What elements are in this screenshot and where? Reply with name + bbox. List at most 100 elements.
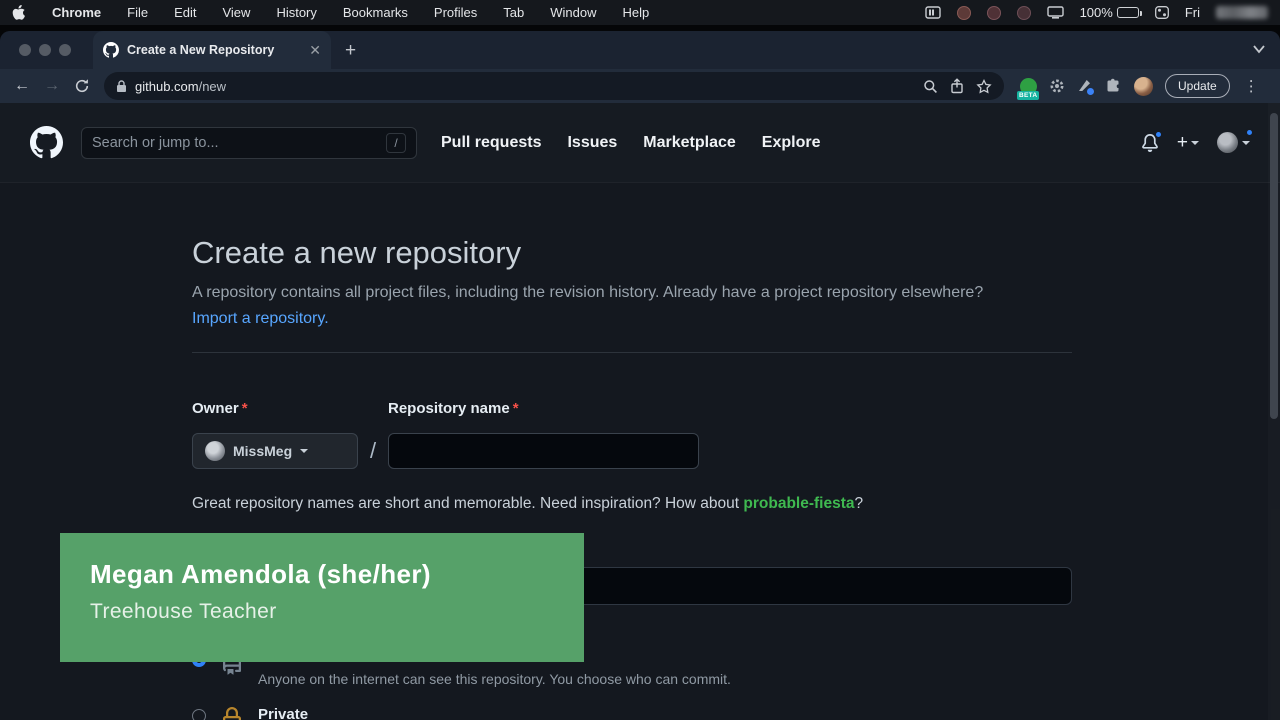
private-label: Private [258, 705, 308, 720]
nav-issues[interactable]: Issues [567, 134, 617, 152]
bookmark-star-icon[interactable] [976, 79, 992, 94]
divider [192, 352, 1072, 353]
private-radio[interactable] [192, 709, 206, 720]
battery-status[interactable]: 100% [1080, 5, 1139, 20]
github-search-box[interactable]: / [81, 127, 417, 159]
search-input[interactable] [92, 135, 386, 151]
browser-tabstrip: Create a New Repository ✕ + [0, 31, 1280, 69]
notifications-bell[interactable] [1141, 134, 1159, 152]
url-domain: github.com [135, 79, 199, 94]
visibility-private-row[interactable]: Private [192, 705, 1272, 720]
update-button-label: Update [1178, 79, 1217, 93]
extensions-area: BETA Update ⋮ [1020, 74, 1259, 98]
hint-suffix: ? [855, 495, 864, 512]
menubar-day[interactable]: Fri [1185, 5, 1200, 20]
beta-extension-icon[interactable]: BETA [1020, 78, 1037, 95]
repo-name-input[interactable] [388, 433, 699, 469]
window-controls[interactable] [19, 44, 71, 56]
back-button[interactable]: ← [10, 77, 34, 95]
intro-text: A repository contains all project files,… [192, 280, 1032, 332]
chevron-down-icon [1242, 141, 1250, 145]
import-repository-link[interactable]: Import a repository. [192, 310, 329, 327]
battery-icon [1117, 7, 1139, 18]
apple-icon[interactable] [12, 5, 26, 20]
intro-body: A repository contains all project files,… [192, 284, 983, 301]
reload-button[interactable] [70, 78, 94, 94]
status-extension-icon[interactable] [957, 6, 971, 20]
menubar-item-profiles[interactable]: Profiles [434, 5, 477, 20]
pen-extension-icon[interactable] [1077, 78, 1093, 94]
presenter-name: Megan Amendola (she/her) [90, 559, 584, 590]
browser-profile-avatar[interactable] [1134, 77, 1153, 96]
gear-extension-icon[interactable] [1049, 78, 1065, 94]
owner-dropdown[interactable]: MissMeg [192, 433, 358, 469]
zoom-window-button[interactable] [59, 44, 71, 56]
tab-search-chevron-icon[interactable] [1252, 44, 1266, 54]
repo-name-hint: Great repository names are short and mem… [192, 493, 1272, 515]
display-icon[interactable] [1047, 6, 1064, 19]
owner-name: MissMeg [233, 443, 292, 459]
presenter-role: Treehouse Teacher [90, 600, 584, 624]
lock-icon [220, 707, 244, 720]
new-tab-button[interactable]: + [345, 41, 356, 60]
page-title: Create a new repository [192, 233, 1272, 272]
status-extension-icon[interactable] [987, 6, 1001, 20]
window-manager-icon[interactable] [925, 6, 941, 19]
tab-title: Create a New Repository [127, 43, 301, 57]
browser-tab-active[interactable]: Create a New Repository ✕ [93, 31, 331, 69]
status-extension-icon[interactable] [1017, 6, 1031, 20]
nav-explore[interactable]: Explore [762, 134, 821, 152]
scrollbar-thumb[interactable] [1270, 113, 1278, 419]
github-header: / Pull requests Issues Marketplace Explo… [0, 103, 1280, 183]
tls-lock-icon[interactable] [116, 80, 127, 93]
avatar-notification-dot [1245, 128, 1254, 137]
macos-menu-bar: Chrome File Edit View History Bookmarks … [0, 0, 1280, 25]
repo-name-label: Repository name* [388, 399, 699, 419]
create-new-menu[interactable]: + [1177, 132, 1199, 154]
minimize-window-button[interactable] [39, 44, 51, 56]
zoom-icon[interactable] [923, 79, 938, 94]
bell-notification-dot [1154, 130, 1163, 139]
chevron-down-icon [300, 449, 308, 453]
menubar-item-tab[interactable]: Tab [503, 5, 524, 20]
suggested-repo-name[interactable]: probable-fiesta [743, 495, 854, 512]
extensions-puzzle-icon[interactable] [1105, 78, 1122, 95]
slash-key-hint: / [386, 133, 406, 153]
browser-menu-icon[interactable]: ⋮ [1244, 77, 1259, 95]
github-avatar [1217, 132, 1238, 153]
url-path: /new [199, 79, 226, 94]
menubar-item-view[interactable]: View [222, 5, 250, 20]
menubar-item-history[interactable]: History [276, 5, 316, 20]
forward-button[interactable]: → [40, 77, 64, 95]
menubar-item-chrome[interactable]: Chrome [52, 5, 101, 20]
close-window-button[interactable] [19, 44, 31, 56]
owner-avatar [205, 441, 225, 461]
public-description: Anyone on the internet can see this repo… [258, 669, 731, 689]
menubar-item-help[interactable]: Help [623, 5, 650, 20]
github-nav: Pull requests Issues Marketplace Explore [441, 134, 820, 152]
battery-percent: 100% [1080, 5, 1113, 20]
page-scrollbar[interactable] [1268, 103, 1280, 720]
nav-marketplace[interactable]: Marketplace [643, 134, 736, 152]
github-logo-icon[interactable] [30, 126, 63, 159]
tab-close-icon[interactable]: ✕ [309, 43, 321, 57]
control-center-icon[interactable] [1155, 6, 1169, 19]
menubar-item-window[interactable]: Window [550, 5, 596, 20]
share-icon[interactable] [950, 78, 964, 94]
nav-pull-requests[interactable]: Pull requests [441, 134, 541, 152]
clock-blurred [1216, 6, 1268, 19]
required-asterisk: * [242, 400, 248, 417]
browser-toolbar: ← → github.com/new [0, 69, 1280, 103]
url-text: github.com/new [135, 79, 226, 94]
menubar-item-bookmarks[interactable]: Bookmarks [343, 5, 408, 20]
user-menu[interactable] [1217, 132, 1250, 153]
menubar-item-edit[interactable]: Edit [174, 5, 196, 20]
repo-form: Owner* Repository name* MissMeg / [192, 399, 1272, 469]
menubar-item-file[interactable]: File [127, 5, 148, 20]
owner-label: Owner* [192, 399, 358, 419]
chevron-down-icon [1191, 141, 1199, 145]
update-button[interactable]: Update [1165, 74, 1230, 98]
required-asterisk: * [513, 400, 519, 417]
address-bar[interactable]: github.com/new [104, 72, 1004, 100]
notification-dot [1087, 88, 1094, 95]
